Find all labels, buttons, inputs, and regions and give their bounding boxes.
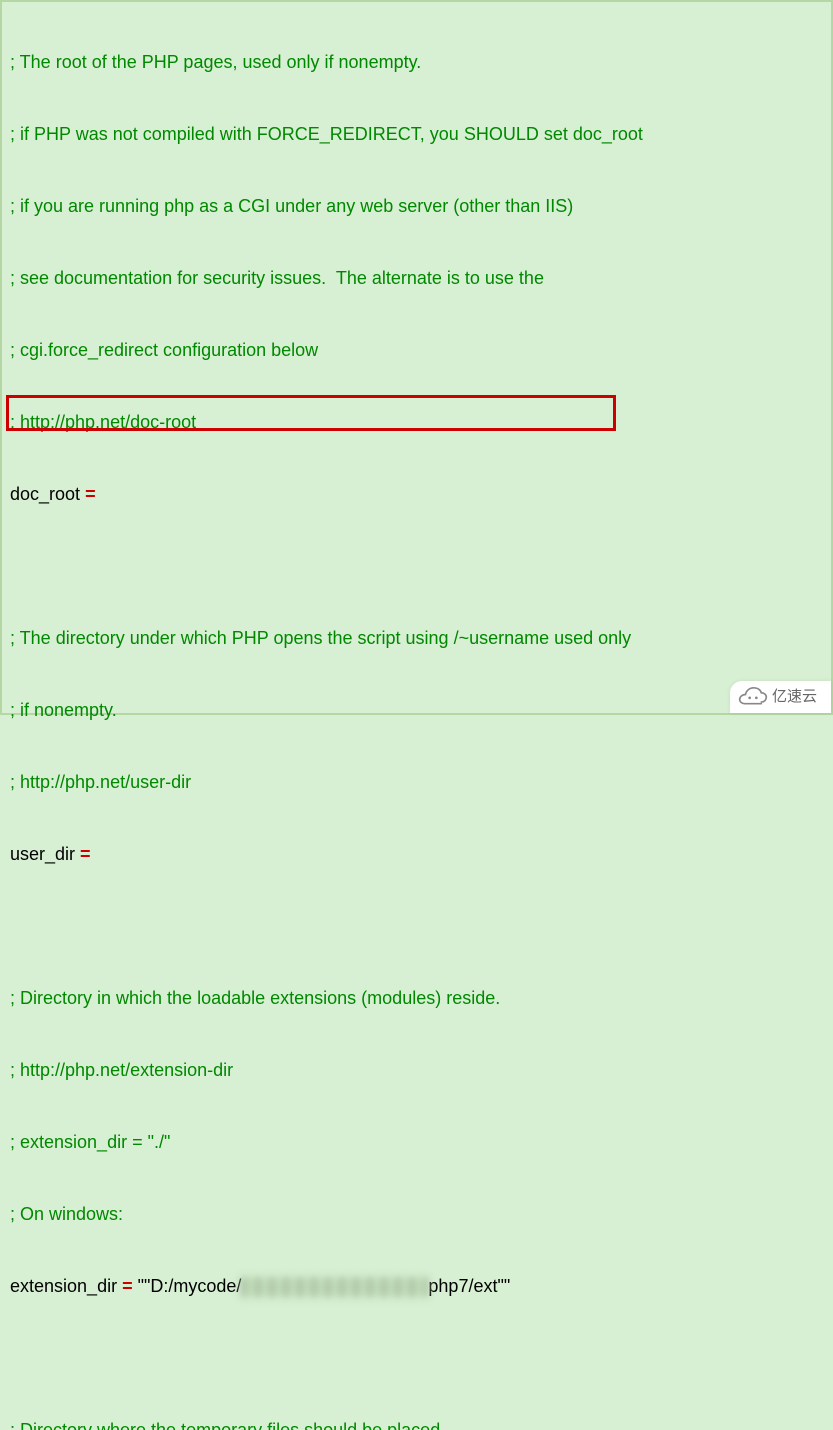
comment-line: ; extension_dir = "./" xyxy=(10,1130,823,1154)
extension-dir-value-suffix: php7/ext"" xyxy=(428,1276,510,1296)
comment-line: ; if you are running php as a CGI under … xyxy=(10,194,823,218)
comment-line: ; The directory under which PHP opens th… xyxy=(10,626,823,650)
comment-link: ; http://php.net/doc-root xyxy=(10,410,823,434)
comment-line: ; see documentation for security issues.… xyxy=(10,266,823,290)
watermark-text: 亿速云 xyxy=(772,685,817,709)
cloud-icon xyxy=(738,686,768,708)
blank-line xyxy=(10,914,823,938)
comment-line: ; cgi.force_redirect configuration below xyxy=(10,338,823,362)
comment-line: ; if PHP was not compiled with FORCE_RED… xyxy=(10,122,823,146)
equals-sign: = xyxy=(80,484,96,504)
extension-dir-directive: extension_dir = ""D:/mycode/php7/ext"" xyxy=(10,1274,823,1298)
comment-line: ; Directory where the temporary files sh… xyxy=(10,1418,823,1430)
comment-link: ; http://php.net/extension-dir xyxy=(10,1058,823,1082)
equals-sign: = xyxy=(75,844,91,864)
doc-root-key: doc_root xyxy=(10,484,80,504)
redacted-path xyxy=(241,1277,428,1297)
comment-line: ; The root of the PHP pages, used only i… xyxy=(10,50,823,74)
comment-line: ; if nonempty. xyxy=(10,698,823,722)
config-file-content: ; The root of the PHP pages, used only i… xyxy=(2,2,831,1430)
doc-root-directive: doc_root = xyxy=(10,482,823,506)
user-dir-directive: user_dir = xyxy=(10,842,823,866)
user-dir-key: user_dir xyxy=(10,844,75,864)
extension-dir-key: extension_dir xyxy=(10,1276,117,1296)
comment-line: ; Directory in which the loadable extens… xyxy=(10,986,823,1010)
comment-line: ; On windows: xyxy=(10,1202,823,1226)
blank-line xyxy=(10,554,823,578)
extension-dir-value-prefix: ""D:/mycode/ xyxy=(138,1276,242,1296)
blank-line xyxy=(10,1346,823,1370)
comment-link: ; http://php.net/user-dir xyxy=(10,770,823,794)
equals-sign: = xyxy=(117,1276,138,1296)
watermark-badge: 亿速云 xyxy=(730,681,831,713)
